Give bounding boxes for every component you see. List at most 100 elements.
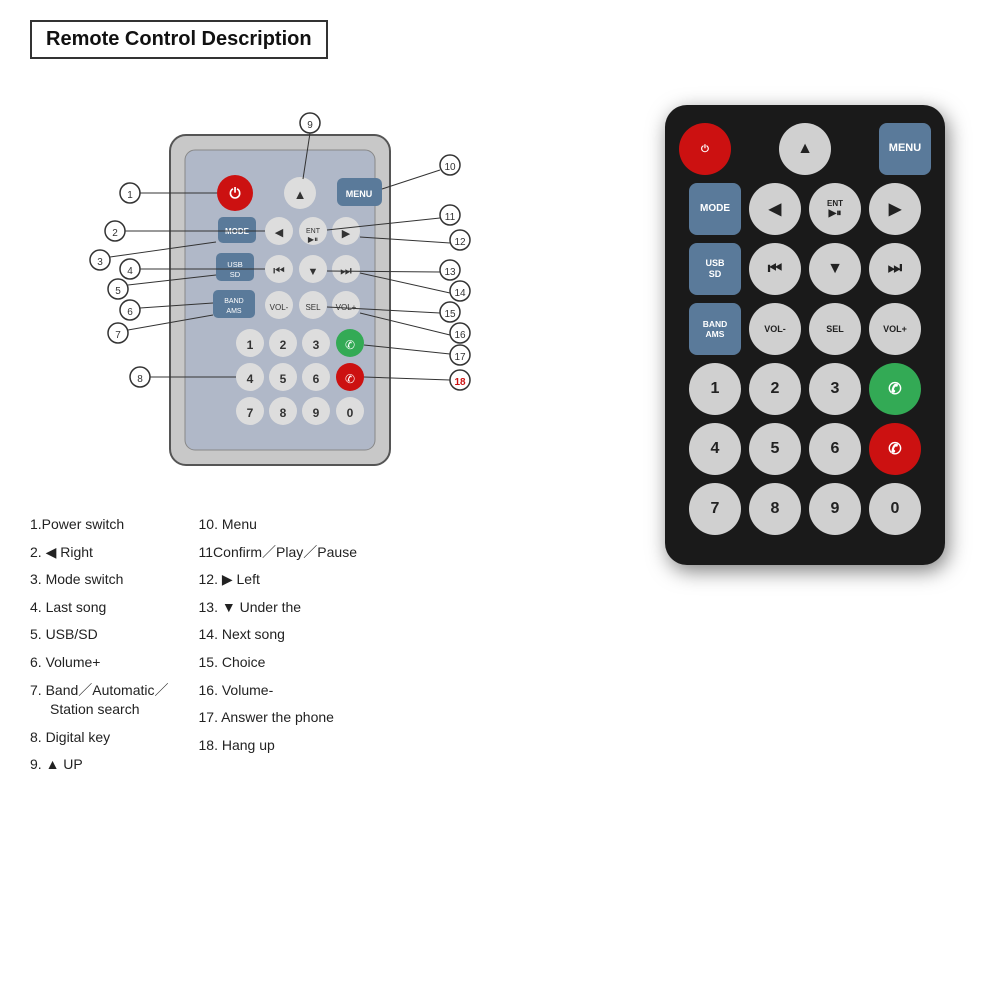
- desc-item-13: 13. ▼ Under the: [199, 598, 357, 618]
- svg-text:0: 0: [347, 406, 354, 420]
- remote-ent-btn[interactable]: ENT▶⏸: [809, 183, 861, 235]
- svg-text:5: 5: [280, 372, 287, 386]
- desc-item-15: 15. Choice: [199, 653, 357, 673]
- svg-text:6: 6: [313, 372, 320, 386]
- svg-text:2: 2: [112, 228, 118, 239]
- desc-item-2: 2. ◀ Right: [30, 543, 169, 563]
- svg-text:⏮: ⏮: [273, 263, 285, 278]
- svg-text:ENT: ENT: [306, 228, 321, 235]
- svg-text:USB: USB: [227, 260, 242, 269]
- svg-text:▲: ▲: [294, 187, 307, 202]
- remote-usbsd-btn[interactable]: USBSD: [689, 243, 741, 295]
- svg-text:14: 14: [454, 288, 466, 299]
- desc-col-right: 10. Menu 11Confirm／Play／Pause 12. ▶ Left…: [199, 515, 357, 775]
- remote-down-btn[interactable]: ▼: [809, 243, 861, 295]
- svg-text:MENU: MENU: [346, 189, 373, 199]
- desc-item-8: 8. Digital key: [30, 728, 169, 748]
- remote-left-btn[interactable]: ◀: [749, 183, 801, 235]
- remote-up-btn[interactable]: ▲: [779, 123, 831, 175]
- svg-text:9: 9: [307, 120, 313, 131]
- remote-row-7: 7 8 9 0: [679, 483, 931, 535]
- svg-text:7: 7: [115, 330, 121, 341]
- remote-right-btn[interactable]: ▶: [869, 183, 921, 235]
- svg-text:8: 8: [280, 406, 287, 420]
- remote-0-btn[interactable]: 0: [869, 483, 921, 535]
- svg-text:✆: ✆: [345, 338, 355, 352]
- diagram-container: ⏻ ▲ MENU MODE ◀ ENT ▶⏸ ▶: [30, 75, 550, 495]
- svg-text:⏭: ⏭: [340, 263, 352, 278]
- svg-text:10: 10: [444, 162, 456, 173]
- remote-4-btn[interactable]: 4: [689, 423, 741, 475]
- remote-2-btn[interactable]: 2: [749, 363, 801, 415]
- remote-7-btn[interactable]: 7: [689, 483, 741, 535]
- desc-item-9: 9. ▲ UP: [30, 755, 169, 775]
- desc-item-17: 17. Answer the phone: [199, 708, 357, 728]
- svg-text:▼: ▼: [308, 266, 319, 278]
- remote-sel-btn[interactable]: SEL: [809, 303, 861, 355]
- desc-item-6: 6. Volume+: [30, 653, 169, 673]
- description-section: 1.Power switch 2. ◀ Right 3. Mode switch…: [30, 515, 620, 775]
- desc-item-16: 16. Volume-: [199, 681, 357, 701]
- remote-6-btn[interactable]: 6: [809, 423, 861, 475]
- svg-text:16: 16: [454, 330, 466, 341]
- desc-col-left: 1.Power switch 2. ◀ Right 3. Mode switch…: [30, 515, 169, 775]
- svg-text:3: 3: [313, 338, 320, 352]
- remote-body: ⏻ ▲ MENU MODE ◀ ENT▶⏸ ▶ USBS: [665, 105, 945, 565]
- svg-text:▶⏸: ▶⏸: [308, 235, 318, 244]
- remote-mode-btn[interactable]: MODE: [689, 183, 741, 235]
- remote-9-btn[interactable]: 9: [809, 483, 861, 535]
- remote-next-btn[interactable]: ⏭: [869, 243, 921, 295]
- desc-item-11: 11Confirm／Play／Pause: [199, 543, 357, 563]
- svg-text:4: 4: [247, 372, 254, 386]
- remote-volplus-btn[interactable]: VOL+: [869, 303, 921, 355]
- desc-item-7: 7. Band／Automatic／Station search: [30, 681, 169, 720]
- svg-text:AMS: AMS: [226, 308, 242, 315]
- remote-row-5: 1 2 3 ✆: [679, 363, 931, 415]
- svg-text:6: 6: [127, 307, 133, 318]
- svg-text:18: 18: [454, 377, 466, 388]
- remote-band-btn[interactable]: BANDAMS: [689, 303, 741, 355]
- remote-volminus-btn[interactable]: VOL-: [749, 303, 801, 355]
- remote-3-btn[interactable]: 3: [809, 363, 861, 415]
- svg-text:7: 7: [247, 406, 254, 420]
- desc-item-3: 3. Mode switch: [30, 570, 169, 590]
- main-content: ⏻ ▲ MENU MODE ◀ ENT ▶⏸ ▶: [30, 75, 970, 980]
- diagram-svg: ⏻ ▲ MENU MODE ◀ ENT ▶⏸ ▶: [30, 75, 550, 495]
- svg-text:12: 12: [454, 237, 466, 248]
- svg-text:VOL-: VOL-: [270, 303, 289, 312]
- svg-text:13: 13: [444, 267, 456, 278]
- remote-row-4: BANDAMS VOL- SEL VOL+: [679, 303, 931, 355]
- remote-row-6: 4 5 6 ✆: [679, 423, 931, 475]
- svg-text:8: 8: [137, 374, 143, 385]
- svg-text:BAND: BAND: [224, 298, 243, 305]
- desc-item-14: 14. Next song: [199, 625, 357, 645]
- remote-5-btn[interactable]: 5: [749, 423, 801, 475]
- svg-text:SEL: SEL: [305, 303, 321, 312]
- remote-menu-btn[interactable]: MENU: [879, 123, 931, 175]
- page-title: Remote Control Description: [46, 28, 312, 51]
- svg-text:9: 9: [313, 406, 320, 420]
- svg-text:3: 3: [97, 257, 103, 268]
- page: Remote Control Description ⏻ ▲: [0, 0, 1000, 1000]
- remote-row-1: ⏻ ▲ MENU: [679, 123, 931, 175]
- desc-item-10: 10. Menu: [199, 515, 357, 535]
- desc-item-7-sub: Station search: [30, 700, 169, 720]
- svg-text:2: 2: [280, 338, 287, 352]
- svg-text:1: 1: [127, 190, 133, 201]
- remote-power-btn[interactable]: ⏻: [679, 123, 731, 175]
- svg-text:11: 11: [445, 212, 456, 223]
- desc-item-5: 5. USB/SD: [30, 625, 169, 645]
- remote-row-2: MODE ◀ ENT▶⏸ ▶: [679, 183, 931, 235]
- svg-text:5: 5: [115, 286, 121, 297]
- svg-text:✆: ✆: [345, 372, 355, 386]
- remote-answer-btn[interactable]: ✆: [869, 363, 921, 415]
- desc-item-4: 4. Last song: [30, 598, 169, 618]
- remote-1-btn[interactable]: 1: [689, 363, 741, 415]
- title-box: Remote Control Description: [30, 20, 328, 59]
- left-section: ⏻ ▲ MENU MODE ◀ ENT ▶⏸ ▶: [30, 75, 620, 980]
- remote-prev-btn[interactable]: ⏮: [749, 243, 801, 295]
- svg-text:1: 1: [247, 338, 254, 352]
- remote-8-btn[interactable]: 8: [749, 483, 801, 535]
- remote-hangup-btn[interactable]: ✆: [869, 423, 921, 475]
- desc-item-18: 18. Hang up: [199, 736, 357, 756]
